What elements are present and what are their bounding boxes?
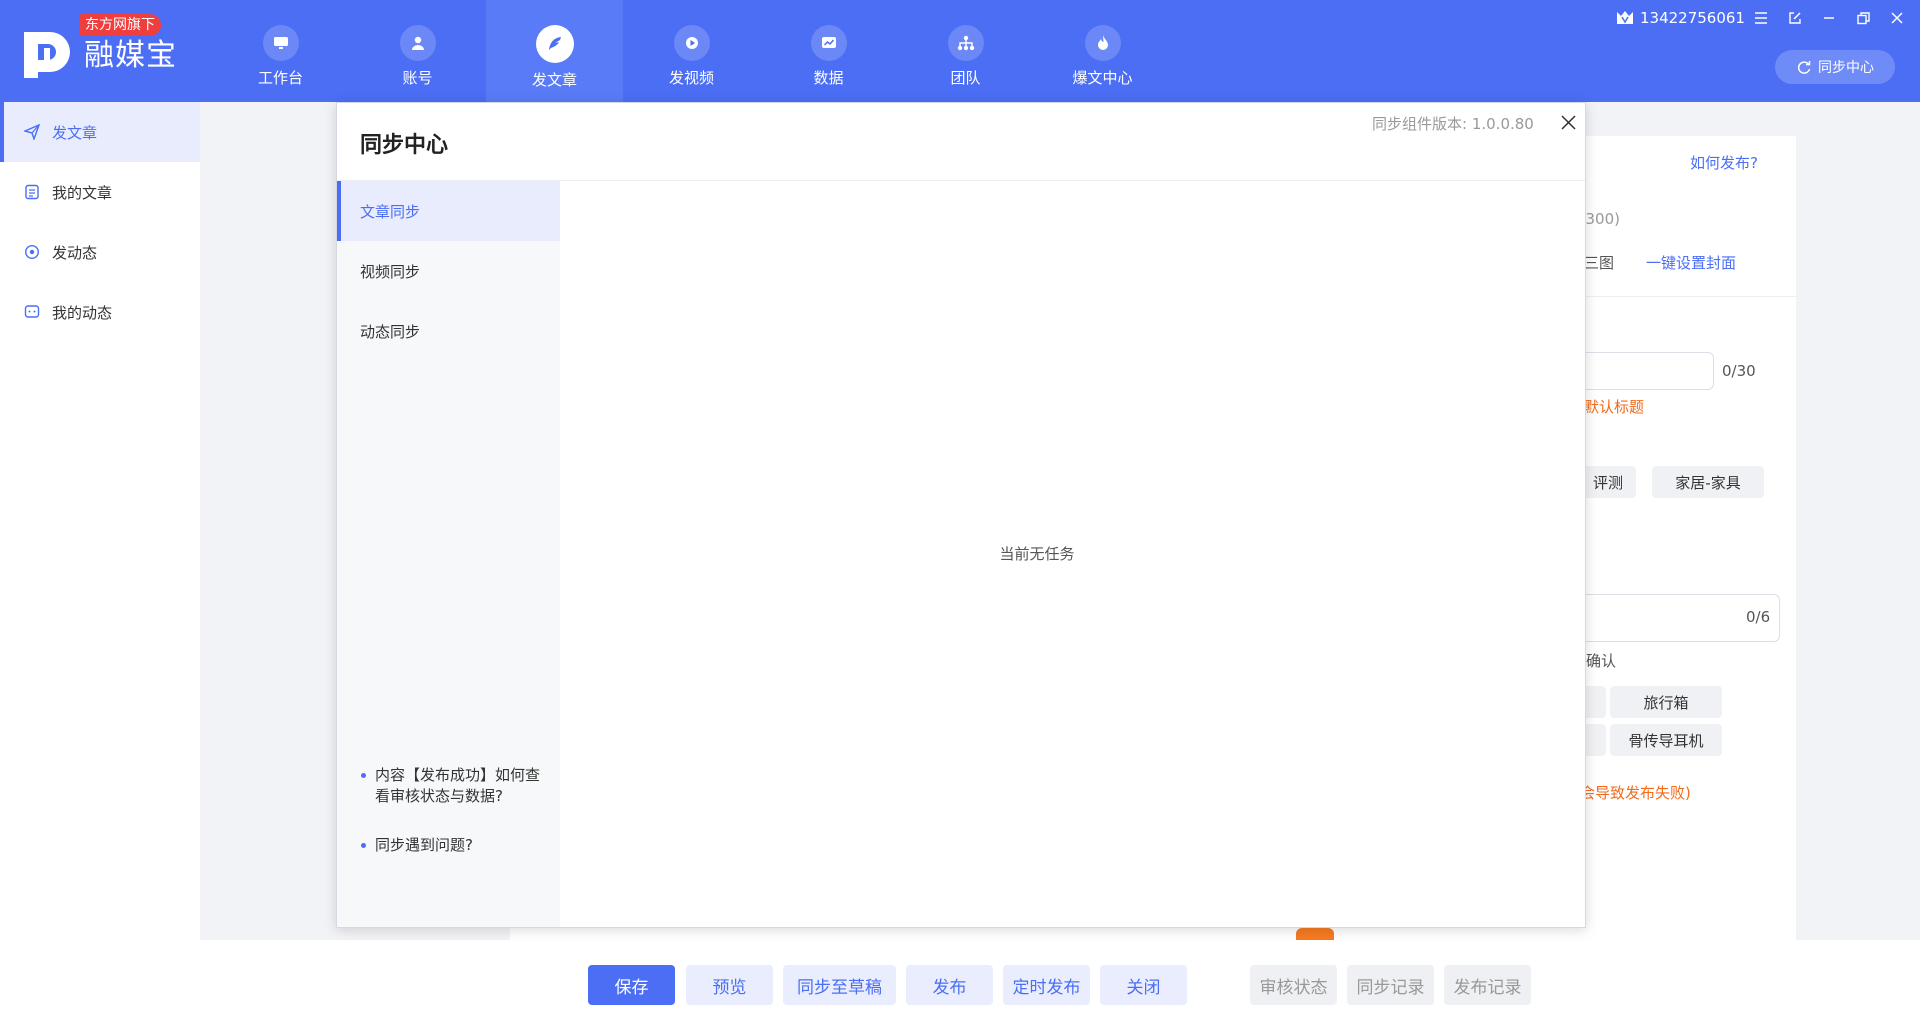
vip-crown-icon — [1617, 11, 1633, 24]
publish-button[interactable]: 发布 — [906, 965, 993, 1005]
nav-item-viral-center[interactable]: 爆文中心 — [1034, 0, 1171, 102]
title-counter: 0/30 — [1722, 362, 1756, 380]
sidebar-item-my-articles[interactable]: 我的文章 — [0, 162, 200, 222]
nav-label: 发文章 — [531, 71, 577, 89]
tag-label: 评测 — [1592, 473, 1623, 492]
sidebar: 发文章 我的文章 发动态 我的动态 — [0, 102, 200, 1029]
user-phone: 13422756061 — [1640, 9, 1745, 27]
nav-item-account[interactable]: 账号 — [349, 0, 486, 102]
tag-label: 旅行箱 — [1643, 693, 1689, 712]
nav-label: 爆文中心 — [1072, 69, 1133, 87]
help-link-sync-problem[interactable]: 同步遇到问题? — [359, 835, 549, 856]
window-controls — [1750, 8, 1908, 28]
feather-icon — [535, 25, 574, 63]
preview-button[interactable]: 预览 — [686, 965, 773, 1005]
sync-center-dialog: 同步中心 同步组件版本: 1.0.0.80 文章同步 视频同步 动态同步 内容【… — [336, 102, 1586, 928]
app-logo[interactable]: 东方网旗下 融媒宝 — [24, 14, 184, 84]
sidebar-item-post-update[interactable]: 发动态 — [0, 222, 200, 282]
dialog-header: 同步中心 同步组件版本: 1.0.0.80 — [337, 103, 1585, 181]
sidebar-item-my-updates[interactable]: 我的动态 — [0, 282, 200, 342]
dialog-sidebar: 文章同步 视频同步 动态同步 内容【发布成功】如何查看审核状态与数据? 同步遇到… — [337, 181, 560, 927]
menu-icon[interactable] — [1750, 8, 1772, 28]
chat-icon — [24, 305, 40, 318]
minimize-icon[interactable] — [1818, 8, 1840, 28]
tag-luggage[interactable]: 旅行箱 — [1610, 686, 1722, 718]
sidebar-item-label: 我的动态 — [52, 303, 113, 322]
nav-label: 账号 — [402, 69, 433, 87]
tag-label: 骨传导耳机 — [1628, 731, 1704, 750]
compass-icon — [24, 244, 40, 260]
close-dialog-button[interactable] — [1557, 111, 1579, 133]
sidebar-item-label: 发文章 — [52, 123, 98, 142]
nav-item-workbench[interactable]: 工作台 — [212, 0, 349, 102]
tab-article-sync[interactable]: 文章同步 — [337, 181, 560, 241]
close-button[interactable]: 关闭 — [1100, 965, 1187, 1005]
review-status-button[interactable]: 审核状态 — [1250, 965, 1337, 1005]
sync-center-button[interactable]: 同步中心 — [1775, 50, 1895, 84]
sidebar-item-post-article[interactable]: 发文章 — [0, 102, 200, 162]
nav-label: 发视频 — [668, 69, 714, 87]
brand-name: 融媒宝 — [84, 38, 177, 73]
chart-icon — [810, 25, 847, 61]
sync-to-draft-button[interactable]: 同步至草稿 — [783, 965, 896, 1005]
sidebar-item-label: 我的文章 — [52, 183, 113, 202]
component-version: 同步组件版本: 1.0.0.80 — [1372, 115, 1534, 133]
action-bar: 保存 预览 同步至草稿 发布 定时发布 关闭 审核状态 同步记录 发布记录 — [200, 940, 1920, 1029]
close-icon — [1560, 114, 1576, 130]
save-button[interactable]: 保存 — [588, 965, 675, 1005]
nav-item-post-article[interactable]: 发文章 — [486, 0, 623, 102]
close-window-icon[interactable] — [1886, 8, 1908, 28]
scheduled-publish-button[interactable]: 定时发布 — [1003, 965, 1090, 1005]
nav-item-data[interactable]: 数据 — [760, 0, 897, 102]
refresh-icon — [1797, 61, 1811, 74]
play-icon — [673, 25, 710, 61]
main-nav: 工作台 账号 发文章 发视频 数据 团队 爆文中心 — [212, 0, 1171, 102]
publish-log-button[interactable]: 发布记录 — [1444, 965, 1531, 1005]
fire-icon — [1084, 25, 1121, 61]
nav-label: 团队 — [950, 69, 981, 87]
logo-mark-icon — [24, 32, 70, 78]
org-icon — [947, 25, 984, 61]
tab-update-sync[interactable]: 动态同步 — [337, 301, 560, 361]
one-click-cover-link[interactable]: 一键设置封面 — [1646, 252, 1736, 273]
sync-center-label: 同步中心 — [1818, 60, 1874, 76]
tag-home-furniture[interactable]: 家居-家具 — [1652, 466, 1764, 498]
sync-log-button[interactable]: 同步记录 — [1347, 965, 1434, 1005]
document-icon — [25, 184, 39, 200]
confirm-text: 确认 — [1586, 652, 1617, 670]
nav-item-team[interactable]: 团队 — [897, 0, 1034, 102]
edit-icon[interactable] — [1784, 8, 1806, 28]
send-icon — [24, 124, 40, 140]
sidebar-item-label: 发动态 — [52, 243, 98, 262]
cover-option-three[interactable]: 三图 — [1584, 252, 1614, 273]
how-to-publish-link[interactable]: 如何发布? — [1690, 152, 1758, 173]
nav-item-post-video[interactable]: 发视频 — [623, 0, 760, 102]
tab-video-sync[interactable]: 视频同步 — [337, 241, 560, 301]
dialog-title: 同步中心 — [360, 133, 449, 158]
publish-fail-warning: 会导致发布失败) — [1580, 784, 1691, 802]
restore-icon[interactable] — [1852, 8, 1874, 28]
monitor-icon — [262, 25, 299, 61]
default-title-link[interactable]: 默认标题 — [1584, 396, 1644, 417]
brand-tag: 东方网旗下 — [79, 14, 161, 36]
top-bar: 东方网旗下 融媒宝 工作台 账号 发文章 发视频 数据 团队 爆文中心 1342… — [0, 0, 1920, 102]
user-info[interactable]: 13422756061 — [1616, 8, 1745, 28]
nav-label: 数据 — [813, 69, 844, 87]
tag-label: 家居-家具 — [1675, 473, 1741, 492]
nav-label: 工作台 — [257, 69, 303, 87]
user-icon — [399, 25, 436, 61]
help-link-review-status[interactable]: 内容【发布成功】如何查看审核状态与数据? — [359, 765, 549, 807]
tag-bone-conduction-earphones[interactable]: 骨传导耳机 — [1610, 724, 1722, 756]
empty-state-text: 当前无任务 — [999, 545, 1075, 563]
keyword-counter: 0/6 — [1746, 608, 1771, 626]
